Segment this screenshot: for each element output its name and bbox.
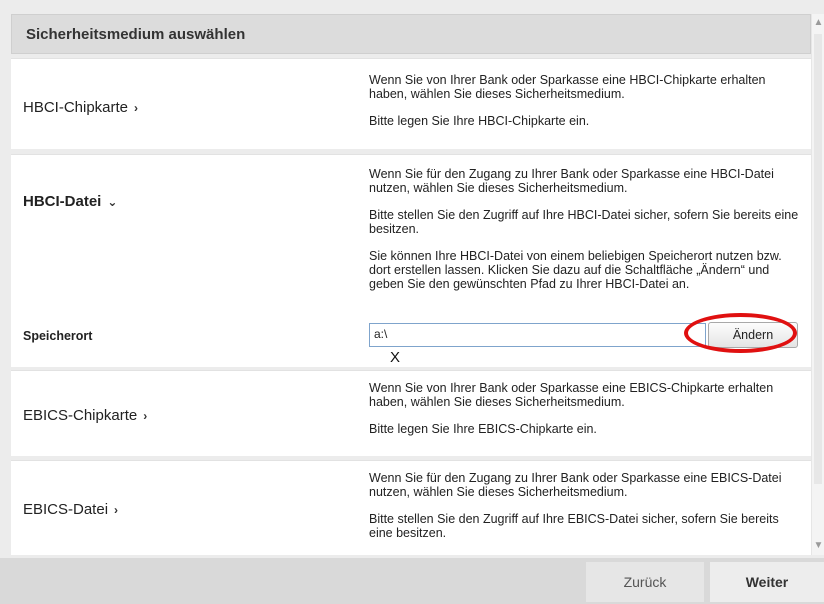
description-text: Sie können Ihre HBCI-Datei von einem bel… [369,249,782,291]
option-ebics-chipkarte[interactable]: EBICS-Chipkarte › Wenn Sie von Ihrer Ban… [11,370,811,456]
storage-location-label: Speicherort [23,329,93,343]
next-button[interactable]: Weiter [710,562,824,602]
description-text: Bitte legen Sie Ihre EBICS-Chipkarte ein… [369,422,597,436]
option-description: Wenn Sie für den Zugang zu Ihrer Bank od… [369,167,799,304]
option-title: HBCI-Chipkarte [23,99,129,116]
highlight-circle [684,313,797,353]
back-button[interactable]: Zurück [586,562,704,602]
option-description: Wenn Sie von Ihrer Bank oder Sparkasse e… [369,381,799,449]
option-description: Wenn Sie für den Zugang zu Ihrer Bank od… [369,471,799,553]
chevron-right-icon: › [114,502,119,517]
option-label[interactable]: EBICS-Chipkarte › [23,407,147,424]
option-ebics-datei[interactable]: EBICS-Datei › Wenn Sie für den Zugang zu… [11,460,811,555]
description-text: Wenn Sie für den Zugang zu Ihrer Bank od… [369,471,782,499]
security-medium-dialog: Sicherheitsmedium auswählen HBCI-Chipkar… [0,0,824,604]
dialog-footer: Zurück Weiter [0,558,824,604]
option-description: Wenn Sie von Ihrer Bank oder Sparkasse e… [369,73,799,141]
option-label[interactable]: EBICS-Datei › [23,501,118,518]
storage-path-input[interactable]: a:\ [369,323,706,347]
scroll-thumb[interactable] [814,34,822,484]
dialog-title: Sicherheitsmedium auswählen [26,26,246,43]
description-text: Bitte stellen Sie den Zugriff auf Ihre H… [369,208,799,236]
description-text: Bitte stellen Sie den Zugriff auf Ihre E… [369,512,779,540]
description-text: Wenn Sie für den Zugang zu Ihrer Bank od… [369,167,774,195]
description-text: Wenn Sie von Ihrer Bank oder Sparkasse e… [369,73,766,101]
vertical-scrollbar[interactable]: ▲ ▼ [811,14,824,555]
chevron-down-icon: ⌄ [107,194,118,209]
scroll-down-icon[interactable]: ▼ [812,539,824,553]
chevron-right-icon: › [143,408,148,423]
option-hbci-datei[interactable]: HBCI-Datei ⌄ Wenn Sie für den Zugang zu … [11,154,811,367]
option-title: HBCI-Datei [23,193,102,210]
option-hbci-chipkarte[interactable]: HBCI-Chipkarte › Wenn Sie von Ihrer Bank… [11,58,811,149]
option-title: EBICS-Datei [23,501,109,518]
cursor-marker: X [390,349,401,366]
option-label[interactable]: HBCI-Chipkarte › [23,99,138,116]
description-text: Wenn Sie von Ihrer Bank oder Sparkasse e… [369,381,774,409]
scroll-up-icon[interactable]: ▲ [812,16,824,30]
description-text: Bitte legen Sie Ihre HBCI-Chipkarte ein. [369,114,590,128]
options-list: HBCI-Chipkarte › Wenn Sie von Ihrer Bank… [11,54,811,555]
dialog-header: Sicherheitsmedium auswählen [11,14,811,54]
option-label[interactable]: HBCI-Datei ⌄ [23,193,117,210]
chevron-right-icon: › [134,100,139,115]
option-title: EBICS-Chipkarte [23,407,138,424]
